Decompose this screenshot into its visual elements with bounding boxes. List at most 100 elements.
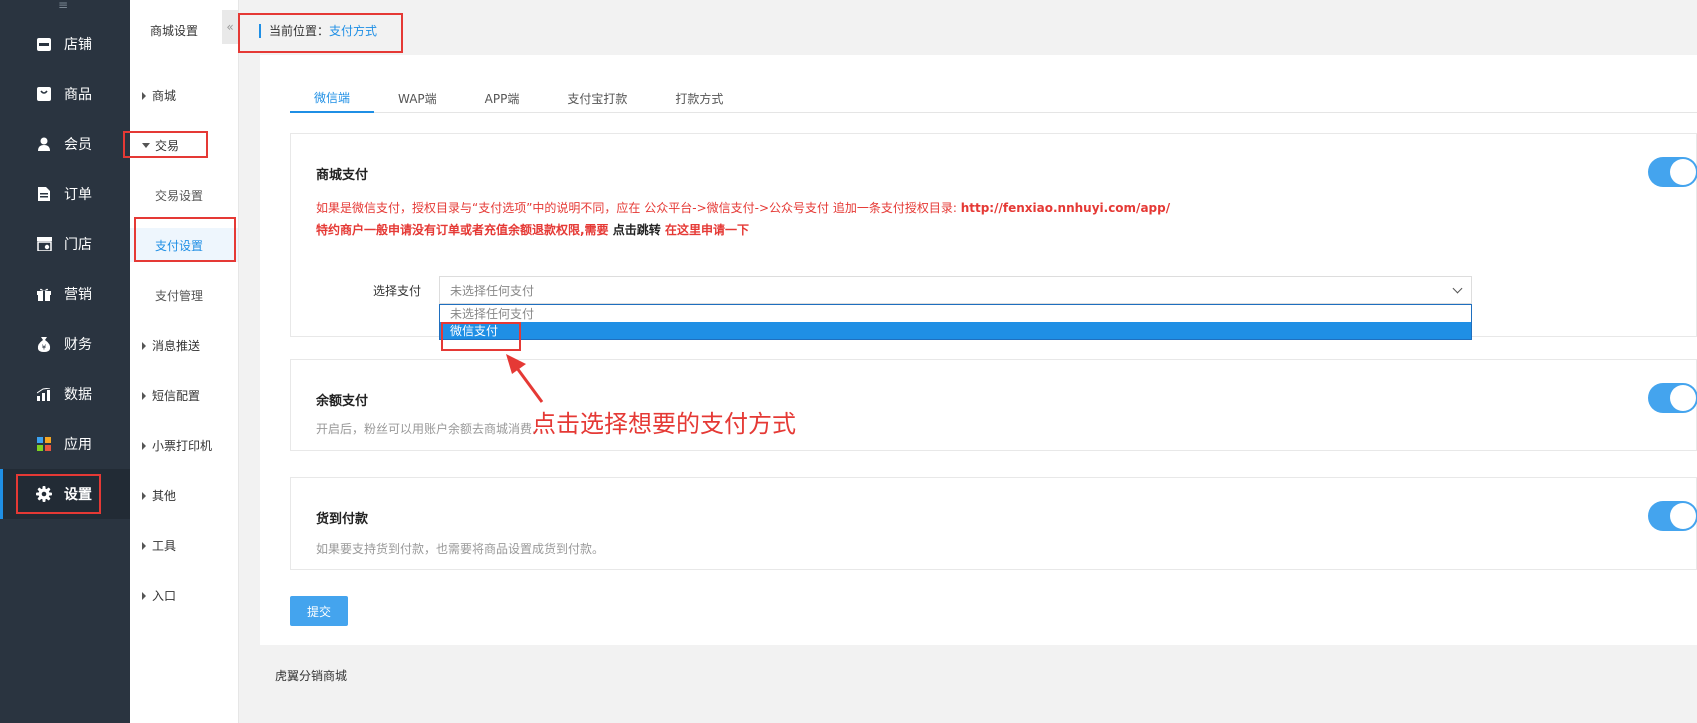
shop-icon <box>36 236 52 252</box>
toggle-knob <box>1670 159 1696 185</box>
footer-text: 虎翼分销商城 <box>275 669 348 683</box>
caret-right-icon <box>142 391 146 400</box>
caret-right-icon <box>142 441 146 450</box>
main-sidebar: ≡ 店铺 商品 会员 订单 门店 营销 ¥ 财务 数据 应用 设置 <box>0 0 130 723</box>
sidebar-item-label: 商品 <box>64 87 92 103</box>
warning-text: 如果是微信支付，授权目录与“支付选项”中的说明不同，应在 公众平台->微信支付-… <box>316 201 961 215</box>
submit-button[interactable]: 提交 <box>290 596 348 626</box>
select-payment-label: 选择支付 <box>373 284 422 298</box>
highlight-breadcrumb <box>238 13 403 53</box>
card-desc: 如果要支持货到付款，也需要将商品设置成货到付款。 <box>316 542 605 556</box>
sidebar-item-label: 财务 <box>64 337 92 353</box>
caret-right-icon <box>142 491 146 500</box>
sidebar-item-shop[interactable]: 门店 <box>0 219 130 269</box>
order-icon <box>36 186 52 202</box>
sub-sidebar-title: 商城设置 <box>150 24 199 38</box>
annotation-text: 点击选择想要的支付方式 <box>532 410 796 438</box>
card-title: 商城支付 <box>316 168 369 183</box>
cod-payment-card: 货到付款 如果要支持货到付款，也需要将商品设置成货到付款。 <box>290 477 1697 570</box>
balance-payment-toggle[interactable] <box>1648 383 1697 413</box>
sidebar-item-member[interactable]: 会员 <box>0 119 130 169</box>
page-header: 当前位置： 支付方式 <box>239 0 1697 55</box>
auth-dir-warning: 如果是微信支付，授权目录与“支付选项”中的说明不同，应在 公众平台->微信支付-… <box>316 199 1170 216</box>
subnav-group-label: 消息推送 <box>152 339 201 353</box>
page: ≡ 店铺 商品 会员 订单 门店 营销 ¥ 财务 数据 应用 设置 商城设置 商… <box>0 0 1697 723</box>
payment-select-value: 未选择任何支付 <box>450 283 535 298</box>
highlight-payment-settings <box>134 217 236 262</box>
caret-right-icon <box>142 341 146 350</box>
tab-alipay-transfer[interactable]: 支付宝打款 <box>543 83 651 113</box>
subnav-group-label: 商城 <box>152 89 177 103</box>
warning-tail: 在这里申请一下 <box>660 223 749 237</box>
caret-right-icon <box>142 91 146 100</box>
subnav-group-label: 其他 <box>152 489 177 503</box>
sidebar-item-order[interactable]: 订单 <box>0 169 130 219</box>
option-wechat-pay[interactable]: 微信支付 <box>440 322 1471 339</box>
mall-payment-card: 商城支付 如果是微信支付，授权目录与“支付选项”中的说明不同，应在 公众平台->… <box>290 133 1697 340</box>
sidebar-item-label: 订单 <box>64 187 92 203</box>
sidebar-item-apps[interactable]: 应用 <box>0 419 130 469</box>
jump-link[interactable]: 点击跳转 <box>613 223 661 237</box>
subnav-group-sms[interactable]: 短信配置 <box>142 387 200 404</box>
subnav-group-mall[interactable]: 商城 <box>142 87 176 104</box>
card-title: 余额支付 <box>316 394 369 409</box>
toggle-knob <box>1670 385 1696 411</box>
sidebar-item-label: 门店 <box>64 237 92 253</box>
auth-dir-url: http://fenxiao.nnhuyi.com/app/ <box>960 201 1171 215</box>
payment-dropdown: 未选择任何支付 微信支付 <box>439 304 1472 340</box>
option-none[interactable]: 未选择任何支付 <box>440 305 1471 322</box>
svg-text:¥: ¥ <box>42 343 47 351</box>
highlight-trade <box>123 131 208 158</box>
cod-payment-toggle[interactable] <box>1648 501 1697 531</box>
member-icon <box>36 136 52 152</box>
subnav-group-label: 短信配置 <box>152 389 201 403</box>
toggle-knob <box>1670 503 1696 529</box>
chart-icon <box>36 386 52 402</box>
sidebar-item-label: 数据 <box>64 387 92 403</box>
payment-select[interactable]: 未选择任何支付 <box>439 276 1472 304</box>
subnav-group-entry[interactable]: 入口 <box>142 587 176 604</box>
subnav-item-trade-settings[interactable]: 交易设置 <box>155 187 203 204</box>
sidebar-item-label: 营销 <box>64 287 92 303</box>
tab-app[interactable]: APP端 <box>461 83 544 113</box>
product-icon <box>36 86 52 102</box>
card-desc: 开启后，粉丝可以用账户余额去商城消费. <box>316 422 536 436</box>
sidebar-item-label: 应用 <box>64 437 92 453</box>
tab-wap[interactable]: WAP端 <box>374 83 461 113</box>
money-bag-icon: ¥ <box>36 336 52 352</box>
tab-bar: 微信端 WAP端 APP端 支付宝打款 打款方式 <box>290 83 1697 113</box>
highlight-settings <box>16 474 101 514</box>
subnav-group-label: 工具 <box>152 539 177 553</box>
tab-wechat[interactable]: 微信端 <box>290 83 375 113</box>
sidebar-item-store[interactable]: 店铺 <box>0 19 130 69</box>
balance-payment-card: 余额支付 开启后，粉丝可以用账户余额去商城消费. <box>290 359 1697 451</box>
subnav-group-tools[interactable]: 工具 <box>142 537 176 554</box>
subnav-group-label: 小票打印机 <box>152 439 213 453</box>
sidebar-item-product[interactable]: 商品 <box>0 69 130 119</box>
sidebar-item-label: 店铺 <box>64 37 92 53</box>
sub-sidebar: 商城设置 商城 交易 交易设置 支付设置 支付管理 消息推送 短信配置 小票打印… <box>130 0 239 723</box>
warning-text: 特约商户一般申请没有订单或者充值余额退款权限,需要 <box>316 223 613 237</box>
gift-icon <box>36 286 52 302</box>
subnav-group-other[interactable]: 其他 <box>142 487 176 504</box>
chevron-down-icon <box>1452 283 1463 294</box>
refund-warning: 特约商户一般申请没有订单或者充值余额退款权限,需要 点击跳转 在这里申请一下 <box>316 221 749 238</box>
tab-transfer-method[interactable]: 打款方式 <box>651 83 747 113</box>
caret-right-icon <box>142 591 146 600</box>
subnav-group-label: 入口 <box>152 589 177 603</box>
card-title: 货到付款 <box>316 512 369 527</box>
subnav-group-push[interactable]: 消息推送 <box>142 337 200 354</box>
mall-payment-toggle[interactable] <box>1648 157 1697 187</box>
subnav-item-payment-manage[interactable]: 支付管理 <box>155 287 203 304</box>
store-icon <box>36 36 52 52</box>
apps-icon <box>36 436 52 452</box>
sidebar-item-finance[interactable]: ¥ 财务 <box>0 319 130 369</box>
highlight-wechat-option <box>441 322 521 351</box>
sidebar-item-data[interactable]: 数据 <box>0 369 130 419</box>
subnav-collapse-button[interactable]: « <box>222 10 238 44</box>
sidebar-item-label: 会员 <box>64 137 92 153</box>
subnav-group-printer[interactable]: 小票打印机 <box>142 437 212 454</box>
sidebar-collapse-icon[interactable]: ≡ <box>58 0 68 12</box>
caret-right-icon <box>142 541 146 550</box>
sidebar-item-marketing[interactable]: 营销 <box>0 269 130 319</box>
